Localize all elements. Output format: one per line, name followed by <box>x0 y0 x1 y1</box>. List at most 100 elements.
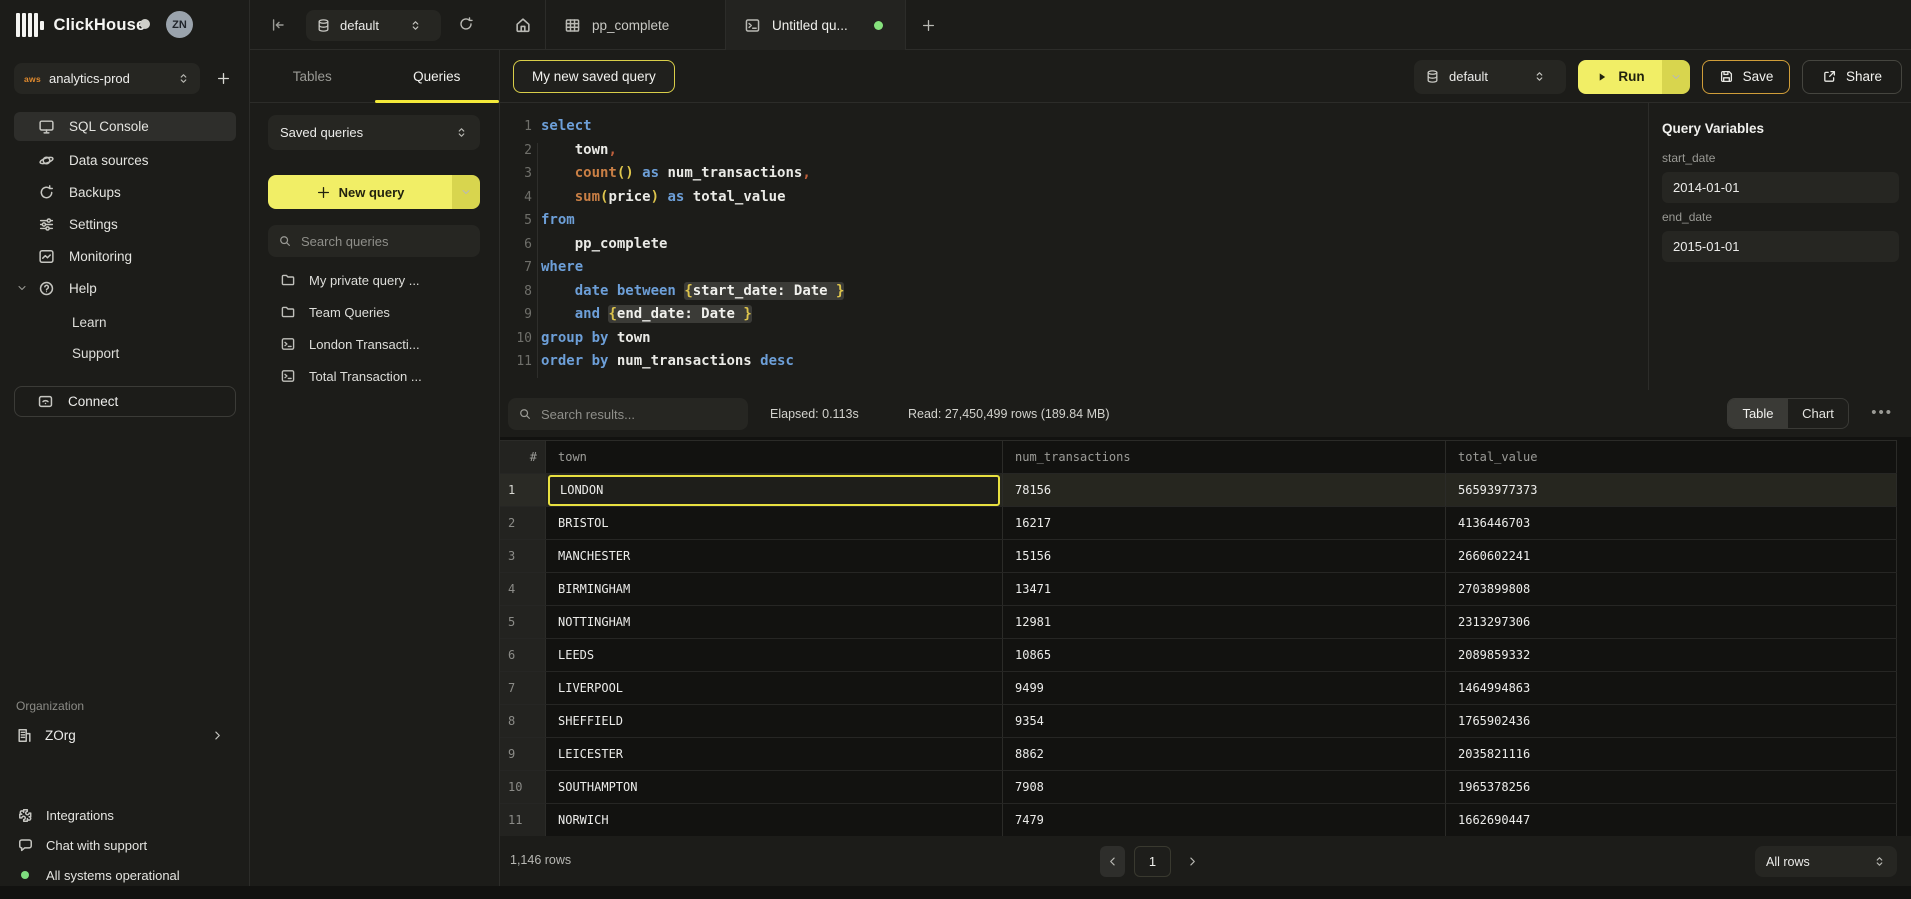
cell-town[interactable]: BIRMINGHAM <box>546 573 1003 605</box>
query-icon <box>280 336 296 352</box>
cell-nt[interactable]: 8862 <box>1003 738 1446 770</box>
sql-code[interactable]: select town, count() as num_transactions… <box>541 115 844 374</box>
saved-query-team-queries[interactable]: Team Queries <box>268 296 480 328</box>
column-header-num-transactions[interactable]: num_transactions <box>1003 441 1446 473</box>
sidebar-subitem-learn[interactable]: Learn <box>14 307 236 338</box>
cell-nt[interactable]: 16217 <box>1003 507 1446 539</box>
new-tab-button[interactable] <box>906 0 950 50</box>
saved-query-london-transacti[interactable]: London Transacti... <box>268 328 480 360</box>
cell-town[interactable]: MANCHESTER <box>546 540 1003 572</box>
cell-town[interactable]: LIVERPOOL <box>546 672 1003 704</box>
cell-nt[interactable]: 7908 <box>1003 771 1446 803</box>
refresh-icon[interactable] <box>458 16 474 32</box>
tab-untitled-query[interactable]: Untitled qu... <box>726 0 906 50</box>
sidebar-footer-chat-with-support[interactable]: Chat with support <box>16 830 236 860</box>
column-header-total-value[interactable]: total_value <box>1446 441 1897 473</box>
new-query-caret[interactable] <box>452 175 480 209</box>
cell-tv[interactable]: 1765902436 <box>1446 705 1897 737</box>
cell-town[interactable]: SOUTHAMPTON <box>546 771 1003 803</box>
view-tab-chart[interactable]: Chart <box>1788 399 1848 428</box>
cell-nt[interactable]: 9499 <box>1003 672 1446 704</box>
tab-tables[interactable]: Tables <box>250 50 375 102</box>
page-size-select[interactable]: All rows <box>1755 846 1897 877</box>
sql-editor[interactable]: 1234567891011 select town, count() as nu… <box>500 103 1648 390</box>
saved-query-total-transaction[interactable]: Total Transaction ... <box>268 360 480 392</box>
cell-tv[interactable]: 4136446703 <box>1446 507 1897 539</box>
avatar[interactable]: ZN <box>166 11 193 38</box>
view-tab-table[interactable]: Table <box>1728 399 1788 428</box>
add-workspace-button[interactable] <box>216 71 231 86</box>
elapsed-stat: Elapsed: 0.113s <box>770 390 859 437</box>
workspace-select[interactable]: aws analytics-prod <box>14 63 200 94</box>
search-results-input[interactable]: Search results... <box>508 398 748 430</box>
run-options-caret[interactable] <box>1662 60 1690 94</box>
row-number: 6 <box>500 639 546 671</box>
cell-town[interactable]: LEICESTER <box>546 738 1003 770</box>
sidebar-item-monitoring[interactable]: Monitoring <box>14 243 236 269</box>
cell-nt[interactable]: 13471 <box>1003 573 1446 605</box>
cell-tv[interactable]: 1662690447 <box>1446 804 1897 836</box>
saved-queries-select[interactable]: Saved queries <box>268 115 480 150</box>
cell-tv[interactable]: 1464994863 <box>1446 672 1897 704</box>
saved-query-pill[interactable]: My new saved query <box>513 60 675 93</box>
cell-town[interactable]: LONDON <box>546 474 1003 506</box>
table-row-9: 9LEICESTER88622035821116 <box>500 738 1897 771</box>
connect-button[interactable]: Connect <box>14 386 236 417</box>
play-icon <box>1595 70 1609 84</box>
sidebar-item-sql-console[interactable]: SQL Console <box>14 112 236 141</box>
sidebar-item-settings[interactable]: Settings <box>14 211 236 237</box>
cell-nt[interactable]: 7479 <box>1003 804 1446 836</box>
cell-tv[interactable]: 1965378256 <box>1446 771 1897 803</box>
sidebar-item-data-sources[interactable]: Data sources <box>14 147 236 173</box>
sidebar-item-backups[interactable]: Backups <box>14 179 236 205</box>
cell-nt[interactable]: 15156 <box>1003 540 1446 572</box>
run-database-select[interactable]: default <box>1414 60 1566 94</box>
next-page-button[interactable] <box>1180 846 1205 877</box>
share-button[interactable]: Share <box>1802 60 1902 94</box>
cell-town[interactable]: NORWICH <box>546 804 1003 836</box>
prev-page-button[interactable] <box>1100 846 1125 877</box>
variable-input-start-date[interactable]: 2014-01-01 <box>1662 172 1899 203</box>
variable-input-end-date[interactable]: 2015-01-01 <box>1662 231 1899 262</box>
more-options-icon[interactable]: ••• <box>1871 404 1893 421</box>
save-button[interactable]: Save <box>1702 60 1790 94</box>
cell-tv[interactable]: 2035821116 <box>1446 738 1897 770</box>
cell-town[interactable]: BRISTOL <box>546 507 1003 539</box>
queries-panel: Tables Queries Saved queries New query S… <box>250 50 500 886</box>
cell-nt[interactable]: 12981 <box>1003 606 1446 638</box>
cell-town[interactable]: NOTTINGHAM <box>546 606 1003 638</box>
share-icon <box>1822 69 1837 84</box>
organization-item[interactable]: ZOrg <box>16 727 236 744</box>
cell-tv[interactable]: 2313297306 <box>1446 606 1897 638</box>
table-row-10: 10SOUTHAMPTON79081965378256 <box>500 771 1897 804</box>
collapse-sidebar-icon[interactable] <box>270 17 286 33</box>
column-header-town[interactable]: town <box>546 441 1003 473</box>
column-header-row-number[interactable]: # <box>500 441 546 473</box>
row-number: 10 <box>500 771 546 803</box>
cell-nt[interactable]: 9354 <box>1003 705 1446 737</box>
home-button[interactable] <box>500 0 546 50</box>
database-select[interactable]: default <box>306 10 441 41</box>
cell-nt[interactable]: 10865 <box>1003 639 1446 671</box>
cell-town[interactable]: SHEFFIELD <box>546 705 1003 737</box>
code-line-3: count() as num_transactions, <box>541 162 844 186</box>
cell-nt[interactable]: 78156 <box>1003 474 1446 506</box>
tab-pp-complete[interactable]: pp_complete <box>546 0 726 50</box>
cell-town[interactable]: LEEDS <box>546 639 1003 671</box>
sidebar-item-help[interactable]: Help <box>14 275 236 301</box>
run-button[interactable]: Run <box>1578 60 1690 94</box>
cell-tv[interactable]: 56593977373 <box>1446 474 1897 506</box>
results-footer: 1,146 rows 1 All rows <box>500 836 1911 886</box>
app-logo[interactable]: ClickHouse <box>16 10 145 40</box>
sidebar-footer-integrations[interactable]: Integrations <box>16 800 236 830</box>
page-number[interactable]: 1 <box>1134 846 1171 877</box>
tab-queries[interactable]: Queries <box>375 50 500 102</box>
new-query-button[interactable]: New query <box>268 175 480 209</box>
search-queries-input[interactable]: Search queries <box>268 225 480 257</box>
code-line-7: where <box>541 256 844 280</box>
cell-tv[interactable]: 2660602241 <box>1446 540 1897 572</box>
cell-tv[interactable]: 2703899808 <box>1446 573 1897 605</box>
cell-tv[interactable]: 2089859332 <box>1446 639 1897 671</box>
saved-query-my-private-query[interactable]: My private query ... <box>268 264 480 296</box>
sidebar-subitem-support[interactable]: Support <box>14 338 236 369</box>
